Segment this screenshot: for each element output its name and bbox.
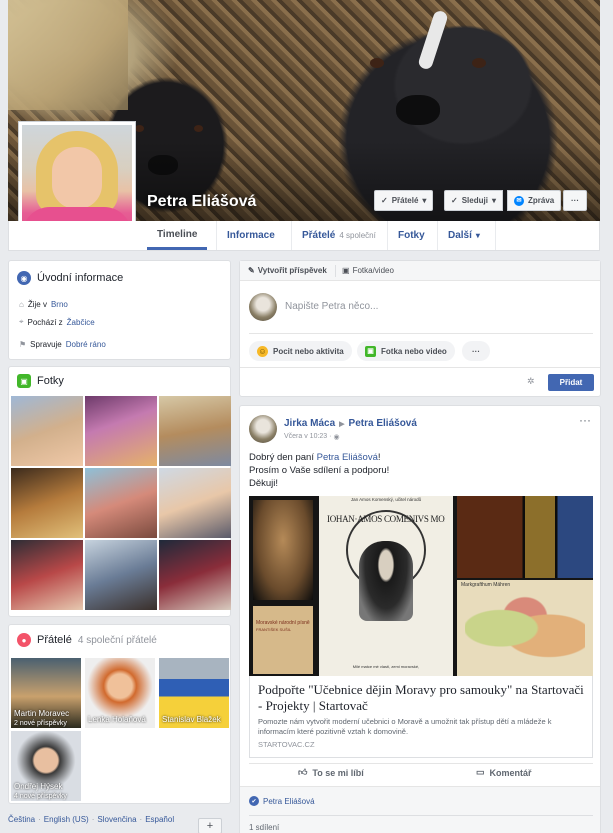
intro-from: ⌖ Pochází z Žabčice	[19, 317, 95, 327]
link-description: Pomozte nám vytvořit moderní učebnici o …	[258, 717, 552, 736]
language-link[interactable]: Español	[145, 815, 174, 833]
message-button[interactable]: ✉ Zpráva	[507, 190, 562, 211]
thumbs-up-icon: 👍︎	[298, 767, 308, 777]
tab-more[interactable]: Další ▾	[437, 221, 490, 250]
friends-icon: ●	[17, 633, 31, 647]
more-options-button[interactable]: ···	[563, 190, 587, 211]
create-post-tab[interactable]: ✎ Vytvořit příspěvek	[248, 266, 327, 275]
like-reaction-icon: ✔	[249, 796, 259, 806]
link-domain: STARTOVAC.CZ	[258, 740, 315, 749]
photo-thumb[interactable]	[159, 396, 231, 466]
language-link[interactable]: Slovenčina	[97, 815, 136, 833]
post-header: Jirka Máca ▶ Petra Eliášová	[284, 418, 417, 429]
intro-card: ◉ Úvodní informace ⌂ Žije v Brno ⌖ Pocház…	[8, 260, 231, 360]
photo-icon: ▣	[17, 374, 31, 388]
comment-button[interactable]: ▭ Komentář	[476, 767, 532, 778]
composer-card: ✎ Vytvořit příspěvek ▣ Fotka/video Napište…	[239, 260, 601, 397]
link-title: Podpořte "Učebnice dějin Moravy pro samo…	[258, 682, 584, 713]
friends-card: ● Přátelé 4 společní přátelé Martin Mora…	[8, 624, 231, 804]
friend-tile[interactable]: Stanislav Blažek	[159, 658, 229, 728]
photo-thumb[interactable]	[159, 540, 231, 610]
globe-icon: ◉	[333, 434, 340, 441]
intro-manages: ⚑ Spravuje Dobré ráno	[19, 340, 106, 349]
home-icon: ⌂	[19, 300, 24, 309]
hometown-link[interactable]: Žabčice	[67, 318, 95, 327]
messenger-icon: ✉	[514, 195, 524, 206]
language-link[interactable]: English (US)	[44, 815, 89, 833]
feeling-button[interactable]: ☺ Pocit nebo aktivita	[249, 341, 352, 361]
location-pin-icon: ⌖	[19, 317, 24, 326]
caret-down-icon: ▾	[422, 196, 427, 205]
smiley-icon: ☺	[257, 345, 268, 357]
photo-icon: ▣	[365, 345, 376, 357]
language-link[interactable]: Čeština	[8, 815, 35, 833]
post-input[interactable]: Napište Petra něco...	[285, 301, 378, 312]
settings-gear-icon[interactable]: ✲	[527, 376, 535, 387]
profile-name: Petra Eliášová	[147, 193, 257, 210]
tab-friends[interactable]: Přátelé 4 společní	[291, 221, 386, 250]
comment-icon: ▭	[476, 767, 485, 777]
link-preview-image[interactable]: Moravské národní písně FRANTIŠEK SUŠIL J…	[249, 496, 593, 676]
intro-title: Úvodní informace	[37, 272, 124, 284]
author-link[interactable]: Jirka Máca	[284, 418, 335, 429]
link-preview[interactable]: Podpořte "Učebnice dějin Moravy pro samo…	[249, 676, 593, 758]
post-meta: Včera v 10:23 · ◉	[284, 433, 340, 441]
photo-thumb[interactable]	[11, 540, 83, 610]
friends-button[interactable]: ✓ Přátelé ▾	[374, 190, 434, 211]
post-card: Jirka Máca ▶ Petra Eliášová Včera v 10:2…	[239, 405, 601, 833]
post-timestamp[interactable]: Včera v 10:23 ·	[284, 433, 331, 441]
photo-thumb[interactable]	[85, 468, 157, 538]
friends-title[interactable]: Přátelé	[37, 634, 72, 646]
photo-thumb[interactable]	[159, 468, 231, 538]
camera-icon: ▣	[342, 266, 350, 275]
user-avatar	[249, 293, 277, 321]
add-photo-button[interactable]: ▣ Fotka nebo video	[357, 341, 455, 361]
follow-button[interactable]: ✓ Sleduji ▾	[444, 190, 503, 211]
profile-nav: Timeline Informace Přátelé 4 společní Fot…	[8, 221, 600, 251]
author-avatar[interactable]	[249, 415, 277, 443]
intro-lives: ⌂ Žije v Brno	[19, 300, 68, 309]
photo-video-tab[interactable]: ▣ Fotka/video	[342, 266, 394, 275]
photo-thumb[interactable]	[11, 468, 83, 538]
pencil-icon: ✎	[248, 266, 255, 275]
tab-about[interactable]: Informace	[216, 221, 285, 250]
friends-subtitle: 4 společní přátelé	[77, 634, 157, 646]
tab-timeline[interactable]: Timeline	[147, 221, 208, 250]
arrow-right-icon: ▶	[339, 420, 345, 428]
reactions-summary[interactable]: ✔ Petra Eliášová	[249, 796, 315, 806]
target-link[interactable]: Petra Eliášová	[349, 418, 417, 429]
photos-title[interactable]: Fotky	[37, 375, 64, 387]
friend-tile[interactable]: Lenka Holaňová	[85, 658, 155, 728]
like-button[interactable]: 👍︎ To se mi líbí	[298, 767, 364, 778]
check-icon: ✓	[381, 196, 388, 205]
post-options-button[interactable]: ···	[579, 413, 591, 427]
post-text: Dobrý den paní Petra Eliášová! Prosím o …	[249, 452, 390, 489]
shares-count[interactable]: 1 sdílení	[249, 823, 279, 832]
flag-icon: ⚑	[19, 340, 27, 349]
tab-photos[interactable]: Fotky	[387, 221, 435, 250]
city-link[interactable]: Brno	[51, 300, 68, 309]
check-icon: ✓	[451, 196, 458, 205]
photo-thumb[interactable]	[85, 396, 157, 466]
photos-card: ▣ Fotky	[8, 366, 231, 617]
friend-tile[interactable]: Martin Moravec 2 nové příspěvky	[11, 658, 81, 728]
submit-post-button[interactable]: Přidat	[548, 374, 594, 391]
photo-thumb[interactable]	[11, 396, 83, 466]
friend-tile[interactable]: Ondřej Hýsek 4 nové příspěvky	[11, 731, 81, 801]
caret-down-icon: ▾	[491, 196, 496, 205]
globe-icon: ◉	[17, 271, 31, 285]
page-link[interactable]: Dobré ráno	[66, 340, 106, 349]
add-language-button[interactable]: +	[198, 818, 222, 833]
caret-down-icon: ▾	[475, 231, 480, 240]
mention-link[interactable]: Petra Eliášová	[317, 452, 378, 463]
photo-thumb[interactable]	[85, 540, 157, 610]
more-composer-button[interactable]: ···	[462, 341, 490, 361]
